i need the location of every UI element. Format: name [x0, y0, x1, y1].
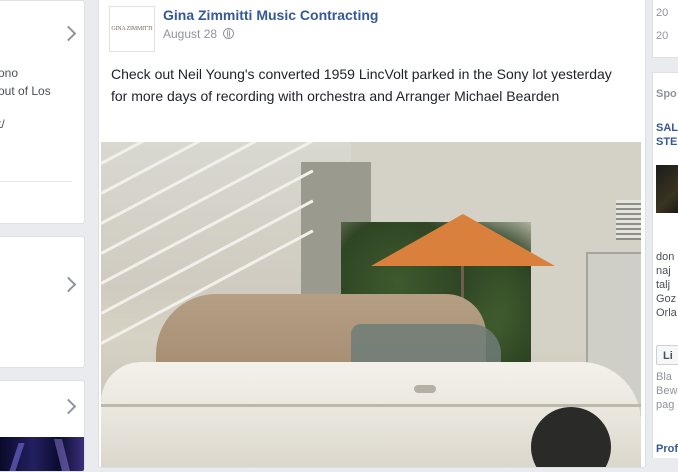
post-message: Check out Neil Young's converted 1959 Li…	[111, 66, 612, 104]
ad-meta: pag	[656, 399, 675, 411]
post-timestamp: August 28	[163, 27, 235, 41]
avatar-logo-text: GINA ZIMMITTI	[111, 26, 153, 32]
ad-title[interactable]: SAL	[656, 122, 678, 135]
chevron-right-icon[interactable]	[60, 276, 77, 293]
left-card-3	[0, 380, 85, 472]
ad-thumbnail[interactable]	[656, 165, 678, 213]
ad-text: naj	[656, 265, 671, 277]
right-column: 20 20 Spo SAL STE don naj talj Goz Orla …	[652, 0, 678, 458]
page-avatar[interactable]: GINA ZIMMITTI	[109, 6, 155, 52]
left-snippet[interactable]: out of Los	[0, 82, 51, 100]
ad-text: Goz	[656, 293, 677, 305]
year-item[interactable]: 20	[656, 30, 668, 43]
ad-text: talj	[656, 279, 671, 291]
ad-title[interactable]: Prof	[656, 443, 678, 456]
year-item[interactable]: 20	[656, 7, 668, 20]
news-feed-post: GINA ZIMMITTI Gina Zimmitti Music Contra…	[98, 0, 646, 468]
concert-photo[interactable]	[0, 437, 84, 471]
left-card-2	[0, 236, 85, 368]
globe-icon	[223, 28, 235, 39]
ad-meta: Bew	[656, 385, 678, 397]
left-card-1: ono out of Los t/	[0, 0, 85, 224]
ad-text: Orla	[656, 307, 677, 319]
ad-text: don	[656, 251, 675, 263]
post-photo[interactable]	[101, 142, 641, 467]
divider	[0, 181, 72, 182]
right-card-sponsored: Spo SAL STE don naj talj Goz Orla Li Bla…	[652, 72, 678, 458]
left-snippet[interactable]: t/	[0, 115, 5, 133]
post-author-link[interactable]: Gina Zimmitti Music Contracting	[163, 7, 378, 23]
like-page-button[interactable]: Li	[656, 345, 678, 365]
ad-meta: Bla	[656, 371, 672, 383]
post-date[interactable]: August 28	[163, 27, 217, 41]
ad-title[interactable]: STE	[656, 136, 677, 149]
left-snippet: ono	[0, 66, 19, 80]
sponsored-label: Spo	[656, 88, 677, 100]
photo-umbrella	[371, 214, 555, 266]
chevron-right-icon[interactable]	[60, 398, 77, 415]
right-card-years: 20 20	[652, 0, 678, 58]
chevron-right-icon[interactable]	[60, 25, 77, 42]
